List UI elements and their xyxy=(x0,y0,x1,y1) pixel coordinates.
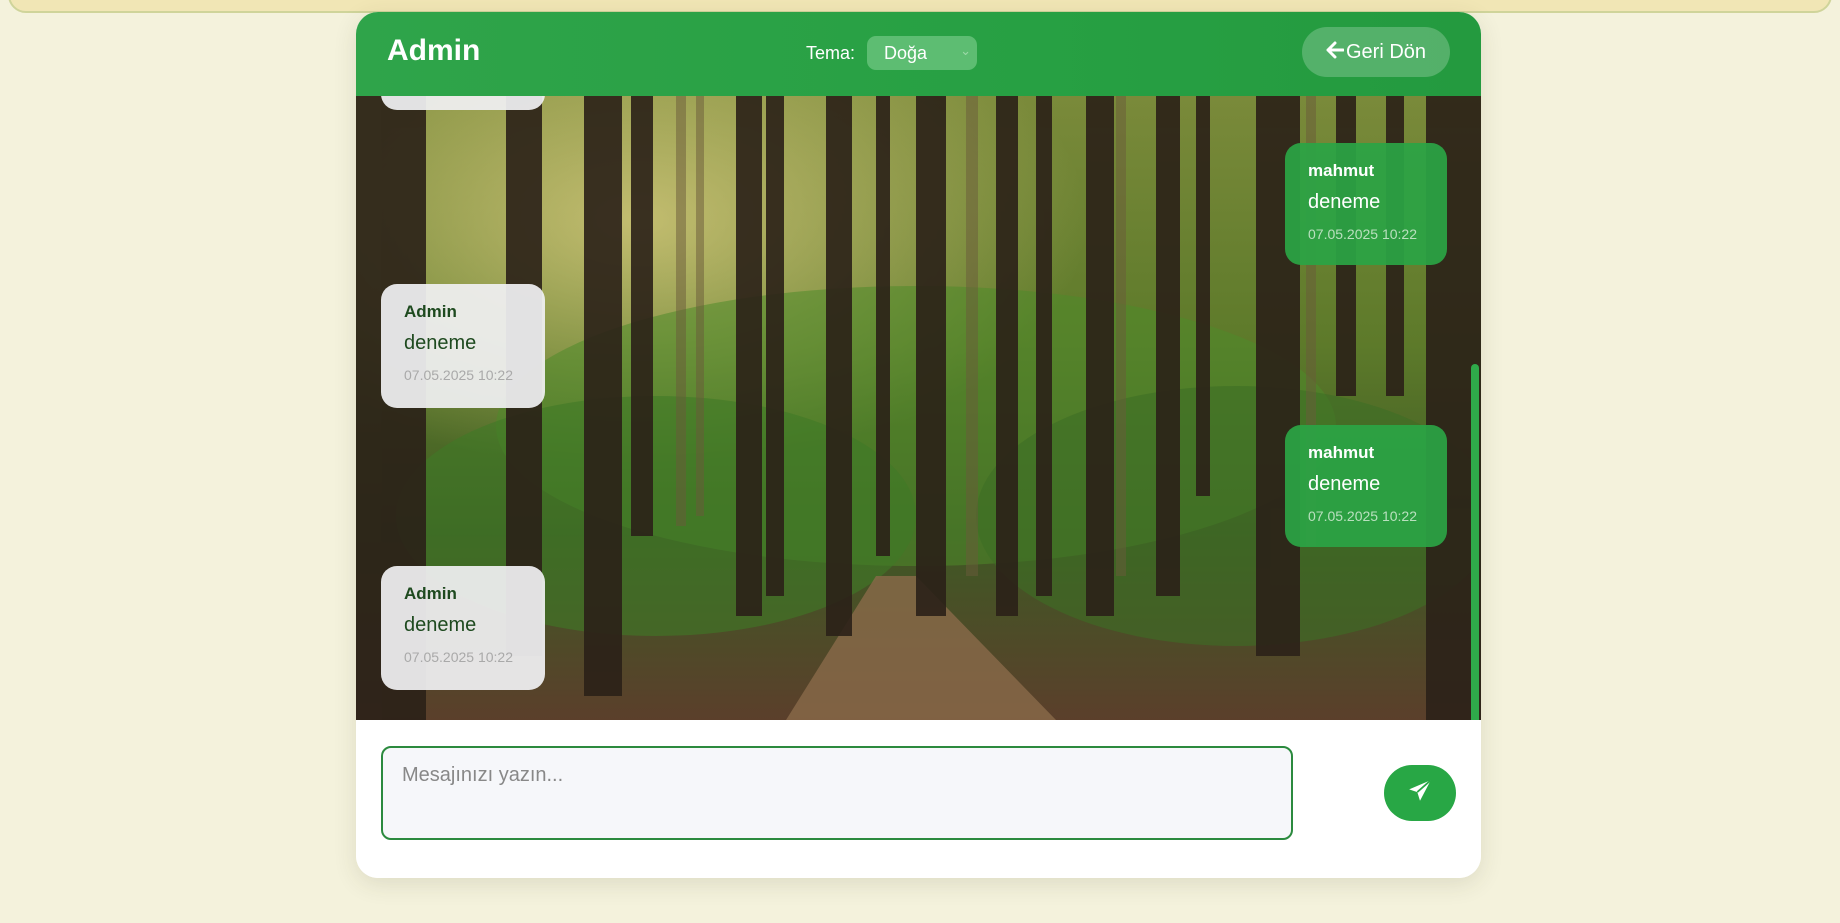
message-input[interactable] xyxy=(381,746,1293,840)
chat-header: Admin Tema: Doğa ⌄ Geri Dön xyxy=(356,12,1481,96)
send-button[interactable] xyxy=(1384,765,1456,821)
message-author: Admin xyxy=(404,584,457,603)
message-author: mahmut xyxy=(1308,443,1375,462)
message-author: mahmut xyxy=(1308,161,1375,180)
message-time: 07.05.2025 10:22 xyxy=(1308,226,1417,242)
message-bubble-outgoing: mahmut deneme 07.05.2025 10:22 xyxy=(1285,143,1447,265)
message-bubble-incoming: Admin deneme 07.05.2025 10:22 xyxy=(381,566,545,690)
message-text: deneme xyxy=(404,332,477,354)
message-time: 07.05.2025 10:22 xyxy=(404,649,513,665)
message-text: deneme xyxy=(1308,473,1381,495)
back-button-label: Geri Dön xyxy=(1345,40,1427,63)
message-bubble-incoming: Admin deneme 07.05.2025 10:22 xyxy=(381,284,545,408)
message-bubble-partial xyxy=(381,96,545,110)
chevron-down-icon: ⌄ xyxy=(960,43,972,58)
message-text: deneme xyxy=(404,614,477,636)
theme-selector: Tema: Doğa ⌄ xyxy=(806,36,978,70)
composer xyxy=(356,720,1481,878)
arrow-left-icon xyxy=(1326,39,1345,65)
message-author: Admin xyxy=(404,302,457,321)
back-button[interactable]: Geri Dön xyxy=(1302,27,1450,77)
message-time: 07.05.2025 10:22 xyxy=(1308,508,1417,524)
chat-title: Admin xyxy=(387,34,481,67)
messages-area[interactable]: mahmut deneme 07.05.2025 10:22 Admin den… xyxy=(356,96,1481,720)
theme-select[interactable]: Doğa ⌄ xyxy=(867,36,978,70)
theme-label: Tema: xyxy=(806,42,856,63)
messages-scrollbar[interactable] xyxy=(1471,364,1479,720)
message-text: deneme xyxy=(1308,191,1381,213)
message-time: 07.05.2025 10:22 xyxy=(404,367,513,383)
theme-select-value: Doğa xyxy=(884,42,928,63)
paper-plane-icon xyxy=(1407,778,1433,809)
chat-card: Admin Tema: Doğa ⌄ Geri Dön mahmut denem… xyxy=(356,12,1481,878)
message-bubble-outgoing: mahmut deneme 07.05.2025 10:22 xyxy=(1285,425,1447,547)
